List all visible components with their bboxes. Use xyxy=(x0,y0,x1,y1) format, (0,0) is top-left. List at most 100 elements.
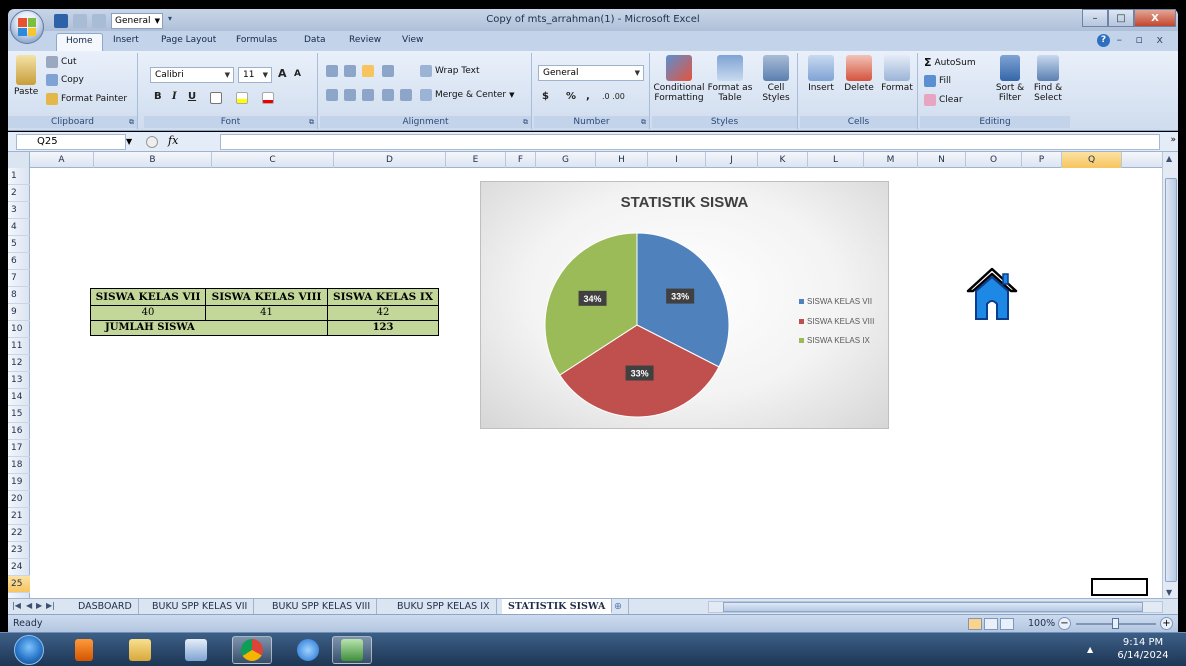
sheet-tab-buku-spp-ix[interactable]: BUKU SPP KELAS IX xyxy=(391,599,497,614)
zoom-level[interactable]: 100% xyxy=(1028,618,1055,629)
column-header-h[interactable]: H xyxy=(596,152,648,168)
column-header-k[interactable]: K xyxy=(758,152,808,168)
worksheet[interactable]: ABCDEFGHIJKLMNOPQ 1 2 3 4 5 6 7 8 9 10 11 12 13 14 15 1… xyxy=(8,152,1178,600)
row-header-21[interactable]: 21 xyxy=(8,508,30,525)
header-cell-viii[interactable]: SISWA KELAS VIII xyxy=(205,288,328,306)
header-cell-ix[interactable]: SISWA KELAS IX xyxy=(327,288,439,306)
font-launcher-icon[interactable]: ⧉ xyxy=(309,118,314,127)
prev-sheet-icon[interactable]: ◀ xyxy=(26,601,32,610)
row-header-12[interactable]: 12 xyxy=(8,355,30,372)
total-label-cell[interactable]: JUMLAH SISWA xyxy=(90,320,328,336)
find-select-button[interactable]: Find & Select xyxy=(1028,55,1068,103)
office-button[interactable] xyxy=(10,10,44,44)
autosum-button[interactable]: Σ AutoSum xyxy=(924,56,976,69)
row-header-20[interactable]: 20 xyxy=(8,491,30,508)
row-header-13[interactable]: 13 xyxy=(8,372,30,389)
help-icon[interactable]: ? xyxy=(1097,34,1110,47)
column-header-f[interactable]: F xyxy=(506,152,536,168)
insert-cells-button[interactable]: Insert xyxy=(804,55,838,93)
column-header-m[interactable]: M xyxy=(864,152,918,168)
number-launcher-icon[interactable]: ⧉ xyxy=(641,118,646,127)
clock[interactable]: 9:14 PM 6/14/2024 xyxy=(1108,636,1178,662)
column-header-g[interactable]: G xyxy=(536,152,596,168)
column-header-o[interactable]: O xyxy=(966,152,1022,168)
column-header-d[interactable]: D xyxy=(334,152,446,168)
merge-center-button[interactable]: Merge & Center ▼ xyxy=(420,89,515,101)
column-header-l[interactable]: L xyxy=(808,152,864,168)
value-cell-vii[interactable]: 40 xyxy=(90,305,206,321)
tab-home[interactable]: Home xyxy=(56,33,103,51)
minimize-button[interactable]: – xyxy=(1082,9,1108,27)
underline-button[interactable]: U xyxy=(188,91,196,102)
conditional-formatting-button[interactable]: Conditional Formatting xyxy=(654,55,704,103)
total-value-cell[interactable]: 123 xyxy=(327,320,439,336)
orientation-icon[interactable] xyxy=(382,65,394,77)
format-painter-button[interactable]: Format Painter xyxy=(46,93,127,105)
column-header-b[interactable]: B xyxy=(94,152,212,168)
formula-input[interactable] xyxy=(220,134,1160,150)
align-left-icon[interactable] xyxy=(326,89,338,101)
select-all-corner[interactable] xyxy=(8,152,30,168)
row-header-11[interactable]: 11 xyxy=(8,338,30,355)
close-button[interactable]: X xyxy=(1134,9,1176,27)
row-header-3[interactable]: 3 xyxy=(8,202,30,219)
borders-icon[interactable] xyxy=(210,92,222,104)
font-size-combo[interactable]: 11 ▼ xyxy=(238,67,272,83)
taskbar-excel[interactable] xyxy=(332,636,372,664)
horizontal-scroll-thumb[interactable] xyxy=(723,602,1143,612)
insert-sheet-icon[interactable]: ⊕ xyxy=(608,599,629,614)
insert-function-button[interactable]: fx xyxy=(168,134,178,147)
format-as-table-button[interactable]: Format as Table xyxy=(706,55,754,103)
row-header-8[interactable]: 8 xyxy=(8,287,30,304)
maximize-button[interactable]: □ xyxy=(1108,9,1134,27)
next-sheet-icon[interactable]: ▶ xyxy=(36,601,42,610)
row-header-16[interactable]: 16 xyxy=(8,423,30,440)
vertical-scroll-thumb[interactable] xyxy=(1165,178,1177,582)
row-header-7[interactable]: 7 xyxy=(8,270,30,287)
row-header-1[interactable]: 1 xyxy=(8,168,30,185)
format-cells-button[interactable]: Format xyxy=(880,55,914,93)
row-header-18[interactable]: 18 xyxy=(8,457,30,474)
value-cell-viii[interactable]: 41 xyxy=(205,305,328,321)
row-header-5[interactable]: 5 xyxy=(8,236,30,253)
column-header-a[interactable]: A xyxy=(30,152,94,168)
first-sheet-icon[interactable]: |◀ xyxy=(12,601,21,610)
pie-chart[interactable]: STATISTIK SISWA 33% 33% 34% SISWA KELAS VI… xyxy=(480,181,889,429)
sheet-tab-buku-spp-viii[interactable]: BUKU SPP KELAS VIII xyxy=(266,599,378,614)
align-bottom-icon[interactable] xyxy=(362,65,374,77)
row-header-24[interactable]: 24 xyxy=(8,559,30,576)
decrease-indent-icon[interactable] xyxy=(382,89,394,101)
row-header-9[interactable]: 9 xyxy=(8,304,30,321)
start-button[interactable] xyxy=(14,635,44,665)
header-cell-vii[interactable]: SISWA KELAS VII xyxy=(90,288,206,306)
sort-filter-button[interactable]: Sort & Filter xyxy=(990,55,1030,103)
align-middle-icon[interactable] xyxy=(344,65,356,77)
row-header-4[interactable]: 4 xyxy=(8,219,30,236)
tab-view[interactable]: View xyxy=(402,35,423,45)
row-header-23[interactable]: 23 xyxy=(8,542,30,559)
alignment-launcher-icon[interactable]: ⧉ xyxy=(523,118,528,127)
zoom-slider-knob[interactable] xyxy=(1112,618,1119,629)
font-name-combo[interactable]: Calibri ▼ xyxy=(150,67,234,83)
column-header-e[interactable]: E xyxy=(446,152,506,168)
column-header-n[interactable]: N xyxy=(918,152,966,168)
scroll-up-icon[interactable]: ▲ xyxy=(1166,154,1172,163)
sheet-tab-dasboard[interactable]: DASBOARD xyxy=(72,599,139,614)
sheet-tab-statistik-siswa[interactable]: STATISTIK SISWA xyxy=(502,599,613,614)
row-header-10[interactable]: 10 xyxy=(8,321,30,338)
scroll-down-icon[interactable]: ▼ xyxy=(1166,588,1172,597)
comma-button[interactable]: , xyxy=(586,91,590,102)
taskbar-internet-explorer[interactable] xyxy=(288,636,328,664)
taskbar-explorer[interactable] xyxy=(120,636,160,664)
row-header-19[interactable]: 19 xyxy=(8,474,30,491)
tab-insert[interactable]: Insert xyxy=(113,35,139,45)
vertical-scrollbar[interactable]: ▲ ▼ xyxy=(1162,152,1178,600)
normal-view-icon[interactable] xyxy=(968,618,982,630)
expand-formula-bar-icon[interactable]: » xyxy=(1170,135,1176,145)
taskbar-media-player[interactable] xyxy=(64,636,104,664)
fill-button[interactable]: Fill xyxy=(924,75,951,87)
page-layout-view-icon[interactable] xyxy=(984,618,998,630)
row-header-6[interactable]: 6 xyxy=(8,253,30,270)
column-header-q[interactable]: Q xyxy=(1062,152,1122,168)
zoom-out-icon[interactable]: − xyxy=(1058,617,1071,630)
